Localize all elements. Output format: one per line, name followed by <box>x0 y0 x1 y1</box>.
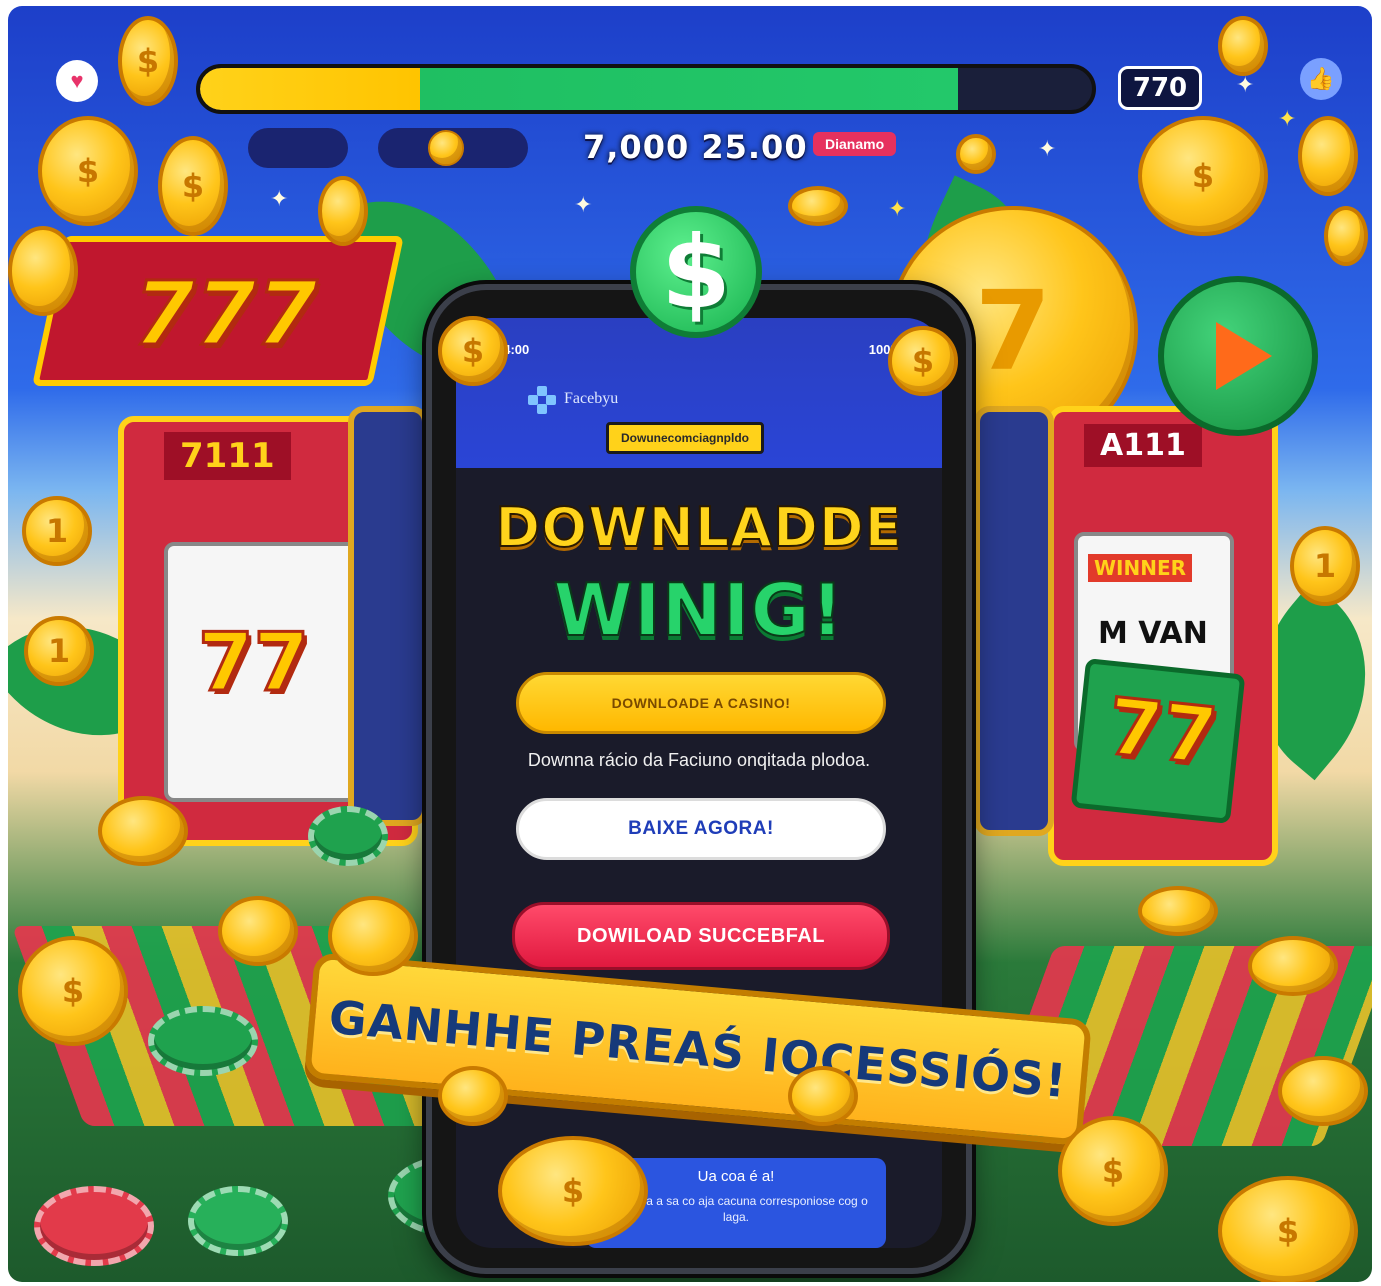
stat-pill <box>248 128 348 168</box>
coin-icon: $ <box>888 326 958 396</box>
coin-icon <box>1324 206 1368 266</box>
right-top-label: WINNER <box>1088 554 1193 582</box>
coin-icon <box>956 134 996 174</box>
stat-badge[interactable]: Dianamo <box>813 132 897 156</box>
progress-fill <box>200 68 959 110</box>
left-reel-symbol: 77 <box>196 615 310 711</box>
coin-icon: $ <box>1218 1176 1358 1282</box>
app-name: Facebyu <box>564 390 619 407</box>
coin-icon <box>1218 16 1268 76</box>
download-casino-button[interactable]: DOWNLOADE A CASINO! <box>516 672 886 734</box>
coin-icon: $ <box>1138 116 1268 236</box>
coin-icon <box>98 796 188 866</box>
coin-icon: $ <box>438 316 508 386</box>
coin-icon <box>1298 116 1358 196</box>
right-reel-label: M VAN <box>1098 616 1208 651</box>
coin-icon <box>428 130 464 166</box>
poker-chip <box>148 1006 258 1076</box>
coin-icon: $ <box>18 936 128 1046</box>
score-counter: 770 <box>1118 66 1202 110</box>
poker-chip <box>34 1186 154 1266</box>
coin-icon <box>1138 886 1218 936</box>
sparkle-icon: ✦ <box>1236 72 1255 97</box>
poker-chip <box>308 806 388 866</box>
download-success-button[interactable]: DOWILOAD SUCCEBFAL <box>512 902 890 970</box>
coin-icon: $ <box>498 1136 648 1246</box>
heart-button[interactable]: ♥ <box>56 60 98 102</box>
app-header: 14:00 100% Facebyu Dowunecomciagnpldo <box>456 318 942 468</box>
stat-value: 7,000 25.00 <box>583 128 808 166</box>
right-machine-label: A111 <box>1084 424 1202 467</box>
coin-icon: $ <box>118 16 178 106</box>
left-reel: 77 <box>164 542 364 802</box>
like-button[interactable]: 👍 <box>1300 58 1342 100</box>
coin-icon <box>8 226 78 316</box>
baixe-agora-button[interactable]: BAIXE AGORA! <box>516 798 886 860</box>
left-side-machine <box>348 406 428 826</box>
coin-icon: $ <box>38 116 138 226</box>
coin-icon: 1 <box>22 496 92 566</box>
coin-icon <box>788 1066 858 1126</box>
sign-777-text: 777 <box>121 261 330 367</box>
heart-icon: ♥ <box>70 68 84 93</box>
sparkle-icon: ✦ <box>1278 106 1297 131</box>
coin-icon <box>438 1066 508 1126</box>
right-side-machine <box>974 406 1054 836</box>
headline-line-1: DOWNLADDE <box>494 495 903 560</box>
coin-icon <box>1278 1056 1368 1126</box>
right-reel-symbol: 77 <box>1102 680 1222 784</box>
coin-icon <box>328 896 418 976</box>
app-logo-icon <box>528 386 556 414</box>
play-button[interactable] <box>1158 276 1318 436</box>
stats-row: 7,000 25.00 Dianamo <box>238 124 938 170</box>
left-machine-label: 7111 <box>164 432 291 480</box>
sparkle-icon: ✦ <box>574 192 593 217</box>
coin-icon: 1 <box>1290 526 1360 606</box>
play-icon <box>1216 322 1272 390</box>
coin-icon: 1 <box>24 616 94 686</box>
progress-bar <box>196 64 1096 114</box>
coin-icon: $ <box>1058 1116 1168 1226</box>
coin-icon <box>788 186 848 226</box>
coin-icon: $ <box>158 136 228 236</box>
headline-line-2: WINIG! <box>552 567 845 653</box>
coin-icon <box>1248 936 1338 996</box>
sparkle-icon: ✦ <box>270 186 289 211</box>
coin-icon <box>218 896 298 966</box>
sparkle-icon: ✦ <box>888 196 907 221</box>
thumbs-up-icon: 👍 <box>1307 66 1335 91</box>
dollar-icon: $ <box>630 206 762 338</box>
sparkle-icon: ✦ <box>1038 136 1057 161</box>
coin-icon <box>318 176 368 246</box>
casino-promo-scene: 7 ♥ 770 👍 7,000 25.00 Dianamo ✦ ✦ ✦ ✦ ✦ … <box>8 6 1372 1282</box>
poker-chip <box>188 1186 288 1256</box>
right-reel-flag: 77 <box>1070 658 1246 824</box>
sign-777: 777 <box>32 236 404 386</box>
app-tagline: Dowunecomciagnpldo <box>606 422 765 454</box>
description-text: Downna rácio da Faciuno onqitada plodoa. <box>527 750 871 770</box>
